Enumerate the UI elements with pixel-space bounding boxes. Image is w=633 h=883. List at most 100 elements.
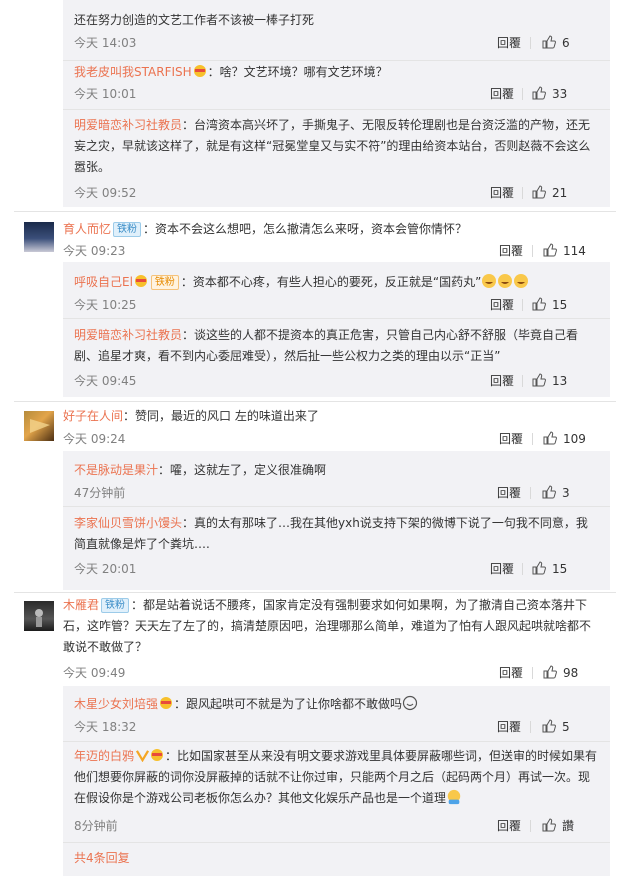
avatar[interactable] xyxy=(24,601,54,631)
comment-text: ：赞同，最近的风口 左的味道出来了 xyxy=(123,409,319,423)
emoji-icon xyxy=(192,63,208,79)
timestamp: 今天 09:24 xyxy=(63,432,126,446)
like-button[interactable]: 5 xyxy=(542,719,570,735)
like-button[interactable]: 15 xyxy=(532,297,567,313)
emoji-icon xyxy=(133,273,149,289)
avatar-image xyxy=(35,609,43,627)
reply-item: 李家仙贝雪饼小馒头：真的太有那味了…我在其他yxh说支持下架的微博下说了一句我不… xyxy=(74,513,599,555)
reply-button[interactable]: 回覆 xyxy=(490,373,514,389)
thumbs-up-icon xyxy=(542,35,556,49)
comment-meta: 今天 18:32 回覆 5 xyxy=(74,719,599,735)
thumbs-up-icon xyxy=(532,86,546,100)
reply-button[interactable]: 回覆 xyxy=(490,561,514,577)
divider xyxy=(14,211,616,212)
comment-meta: 今天 09:49 回覆 98 xyxy=(63,665,600,681)
reply-item: 不是脉动是果汁：嚯，这就左了，定义很准确啊 xyxy=(74,460,599,481)
comment-text: ：啥？文艺环境？哪有文艺环境？ xyxy=(207,65,388,79)
comment-text: ：资本都不心疼，有些人担心的要死，反正就是“国药丸” xyxy=(180,275,482,289)
timestamp: 今天 10:01 xyxy=(74,87,137,101)
reply-button[interactable]: 回覆 xyxy=(499,243,523,259)
fan-badge: 铁粉 xyxy=(101,598,130,613)
username[interactable]: 我老皮叫我STARFISH xyxy=(74,65,192,79)
avatar-image xyxy=(30,419,50,433)
timestamp: 今天 09:45 xyxy=(74,374,137,388)
comment-item: 木雁君 铁粉 ：都是站着说话不腰疼，国家肯定没有强制要求如何如果啊，为了撤清自己资本… xyxy=(63,595,600,658)
like-button[interactable]: 114 xyxy=(543,243,586,259)
reply-item: 还在努力创造的文艺工作者不该被一棒子打死 xyxy=(74,10,599,31)
reply-button[interactable]: 回覆 xyxy=(497,818,521,834)
doge-emoji-icon xyxy=(447,789,461,805)
like-button[interactable]: 13 xyxy=(532,373,567,389)
like-button[interactable]: 3 xyxy=(542,485,570,501)
like-button[interactable]: 109 xyxy=(543,431,586,447)
like-count: 5 xyxy=(562,720,570,734)
avatar[interactable] xyxy=(24,411,54,441)
username[interactable]: 呼吸自己El xyxy=(74,275,133,289)
reply-button[interactable]: 回覆 xyxy=(499,431,523,447)
username[interactable]: 木星少女刘培强 xyxy=(74,697,158,711)
divider xyxy=(63,506,610,507)
thumbs-up-icon xyxy=(543,243,557,257)
laugh-emoji-group xyxy=(481,274,529,289)
reply-button[interactable]: 回覆 xyxy=(490,297,514,313)
divider xyxy=(14,592,616,593)
reply-item: 明爱暗恋补习社教员：谈这些的人都不提资本的真正危害，只管自己内心舒不舒服（毕竟自… xyxy=(74,325,599,367)
separator xyxy=(532,245,533,257)
like-count: 讚 xyxy=(562,819,575,833)
like-button[interactable]: 33 xyxy=(532,86,567,102)
like-button[interactable]: 6 xyxy=(542,35,570,51)
reply-button[interactable]: 回覆 xyxy=(499,665,523,681)
reply-item: 我老皮叫我STARFISH ：啥？文艺环境？哪有文艺环境？ xyxy=(74,62,599,83)
separator xyxy=(530,820,531,832)
username[interactable]: 木雁君 xyxy=(63,598,99,612)
comment-meta: 8分钟前 回覆 讚 xyxy=(74,818,599,834)
comment-meta: 今天 10:01 回覆 33 xyxy=(74,86,599,102)
divider xyxy=(63,60,610,61)
comment-meta: 今天 20:01 回覆 15 xyxy=(74,561,599,577)
separator xyxy=(522,88,523,100)
like-button[interactable]: 讚 xyxy=(542,818,574,834)
comment-text: ：都是站着说话不腰疼，国家肯定没有强制要求如何如果啊，为了撤清自己资本落井下石，… xyxy=(63,598,592,654)
reply-item: 木星少女刘培强 ：跟风起哄可不就是为了让你啥都不敢做吗 xyxy=(74,694,599,715)
comment-item: 育人而忆 铁粉 ：资本不会这么想吧，怎么撤清怎么来呀，资本会管你情怀？ xyxy=(63,219,600,240)
more-replies-link[interactable]: 共4条回复 xyxy=(74,850,130,866)
avatar[interactable] xyxy=(24,222,54,252)
separator xyxy=(522,563,523,575)
comment-meta: 今天 14:03 回覆 6 xyxy=(74,35,599,51)
timestamp: 今天 09:52 xyxy=(74,186,137,200)
thumbs-up-icon xyxy=(532,297,546,311)
username[interactable]: 李家仙贝雪饼小馒头 xyxy=(74,516,182,530)
comment-text: ：资本不会这么想吧，怎么撤清怎么来呀，资本会管你情怀？ xyxy=(143,222,468,236)
verified-v-icon xyxy=(136,750,150,762)
laugh-emoji-icon xyxy=(482,274,497,288)
comment-meta: 今天 09:23 回覆 114 xyxy=(63,243,600,259)
username[interactable]: 明爱暗恋补习社教员 xyxy=(74,328,182,342)
timestamp: 今天 20:01 xyxy=(74,562,137,576)
username[interactable]: 育人而忆 xyxy=(63,222,111,236)
reply-button[interactable]: 回覆 xyxy=(490,185,514,201)
like-button[interactable]: 21 xyxy=(532,185,567,201)
reply-button[interactable]: 回覆 xyxy=(497,719,521,735)
like-count: 13 xyxy=(552,374,568,388)
reply-button[interactable]: 回覆 xyxy=(490,86,514,102)
username[interactable]: 不是脉动是果汁 xyxy=(74,463,158,477)
reply-button[interactable]: 回覆 xyxy=(497,35,521,51)
timestamp: 今天 10:25 xyxy=(74,298,137,312)
timestamp: 今天 09:49 xyxy=(63,666,126,680)
reply-button[interactable]: 回覆 xyxy=(497,485,521,501)
separator xyxy=(530,487,531,499)
fan-badge: 铁粉 xyxy=(150,275,179,290)
username[interactable]: 年迈的白鸦 xyxy=(74,749,134,763)
comment-item: 好子在人间：赞同，最近的风口 左的味道出来了 xyxy=(63,406,600,427)
like-count: 3 xyxy=(562,486,570,500)
username[interactable]: 好子在人间 xyxy=(63,409,123,423)
thumbs-up-icon xyxy=(532,561,546,575)
username[interactable]: 明爱暗恋补习社教员 xyxy=(74,118,182,132)
separator xyxy=(530,37,531,49)
timestamp: 8分钟前 xyxy=(74,819,118,833)
thumbs-up-icon xyxy=(542,818,556,832)
reply-item: 明爱暗恋补习社教员：台湾资本高兴坏了，手撕鬼子、无限反转伦理剧也是台资泛滥的产物… xyxy=(74,115,599,178)
like-count: 98 xyxy=(563,666,579,680)
like-button[interactable]: 15 xyxy=(532,561,567,577)
like-button[interactable]: 98 xyxy=(543,665,578,681)
